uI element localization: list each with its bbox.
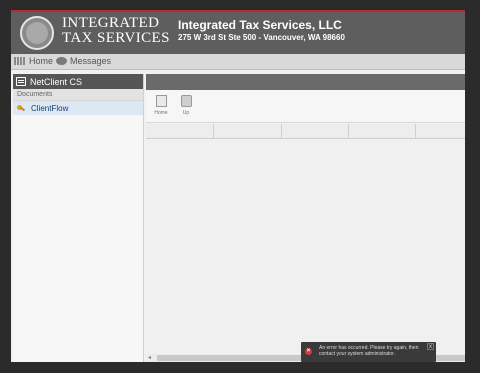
toolbar-up-button[interactable]: Up bbox=[175, 95, 197, 116]
toolbar-home-label: Home bbox=[154, 110, 168, 116]
sidebar-title-label: NetClient CS bbox=[30, 76, 83, 87]
main-title-bar bbox=[146, 74, 465, 90]
nav-home-label: Home bbox=[29, 56, 54, 66]
toolbar-up-label: Up bbox=[182, 110, 190, 116]
company-name: Integrated Tax Services, LLC bbox=[178, 18, 342, 32]
toolbar-home-button[interactable]: Home bbox=[150, 95, 172, 116]
column-header[interactable] bbox=[146, 124, 214, 139]
logo-line1: INTEGRATED bbox=[62, 15, 160, 31]
key-icon bbox=[17, 104, 25, 112]
sidebar: NetClient CS Documents ClientFlow bbox=[13, 74, 144, 362]
main-panel: Home Up ◂ bbox=[146, 74, 465, 362]
sidebar-item-clientflow[interactable]: ClientFlow bbox=[13, 101, 143, 115]
logo-icon bbox=[20, 16, 54, 50]
speech-bubble-icon bbox=[56, 57, 67, 65]
logo-line2: TAX SERVICES bbox=[62, 30, 170, 46]
top-nav: Home Messages bbox=[11, 54, 465, 70]
sidebar-item-label: ClientFlow bbox=[31, 103, 69, 113]
file-list-header bbox=[146, 124, 465, 139]
column-header[interactable] bbox=[214, 124, 282, 139]
toolbar: Home Up bbox=[146, 90, 465, 123]
error-toast: × An error has occurred. Please try agai… bbox=[301, 342, 436, 362]
sidebar-title: NetClient CS bbox=[13, 74, 143, 89]
error-message: An error has occurred. Please try again,… bbox=[319, 345, 419, 357]
column-header[interactable] bbox=[282, 124, 349, 139]
nav-messages-link[interactable]: Messages bbox=[56, 56, 111, 66]
nav-messages-label: Messages bbox=[70, 56, 112, 66]
logo-text: INTEGRATED TAX SERVICES bbox=[62, 16, 170, 46]
folder-up-icon bbox=[180, 95, 192, 107]
close-icon[interactable]: x bbox=[427, 343, 434, 350]
nav-home-link[interactable]: Home bbox=[14, 56, 53, 66]
app-window: INTEGRATED TAX SERVICES Integrated Tax S… bbox=[11, 10, 465, 362]
column-header[interactable] bbox=[349, 124, 416, 139]
scroll-left-icon[interactable]: ◂ bbox=[148, 354, 151, 362]
netclient-icon bbox=[16, 77, 26, 86]
column-header[interactable] bbox=[416, 124, 465, 139]
document-icon bbox=[155, 95, 167, 107]
home-icon bbox=[14, 57, 26, 65]
site-header: INTEGRATED TAX SERVICES Integrated Tax S… bbox=[11, 12, 465, 54]
error-icon: × bbox=[305, 348, 312, 355]
documents-section-header: Documents bbox=[13, 89, 143, 101]
company-address: 275 W 3rd St Ste 500 - Vancouver, WA 986… bbox=[178, 33, 345, 42]
